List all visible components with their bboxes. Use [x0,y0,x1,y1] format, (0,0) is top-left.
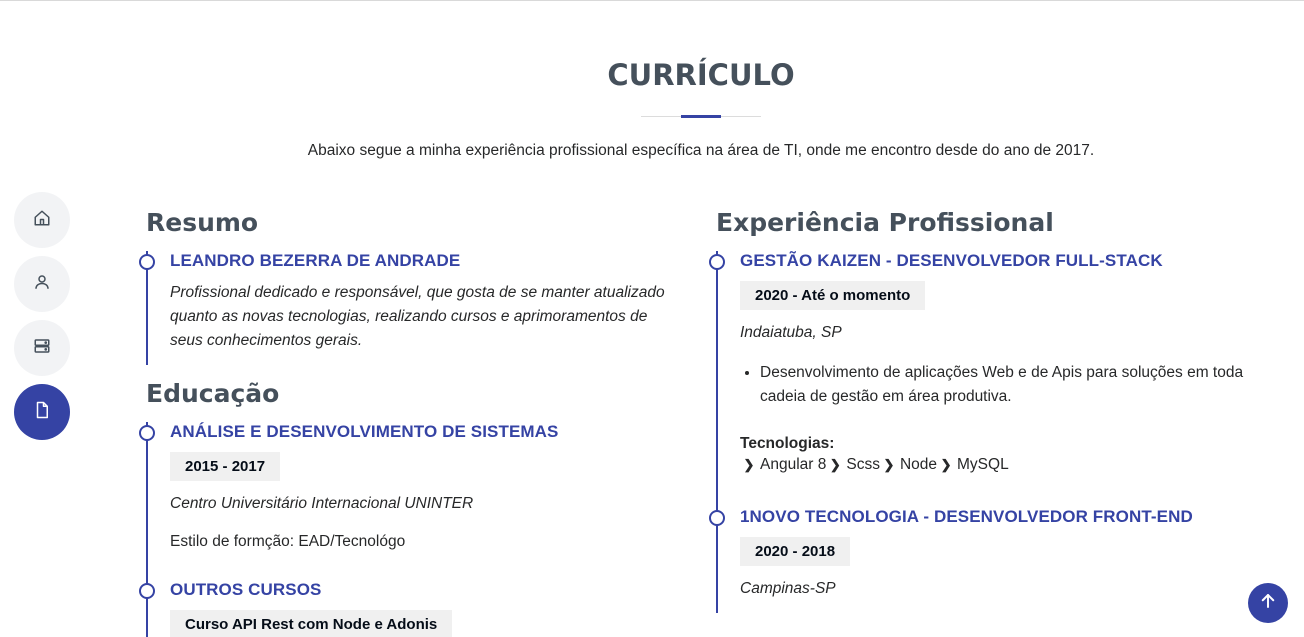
educacao-item: ANÁLISE E DESENVOLVIMENTO DE SISTEMAS 20… [139,422,681,580]
educacao-details: Estilo de formção: EAD/Tecnológo [170,533,406,550]
experiencia-location: Campinas-SP [740,580,836,597]
educacao-item: OUTROS CURSOS Curso API Rest com Node e … [139,580,681,637]
nav-home-button[interactable] [14,192,70,248]
chevron-right-icon: ❯ [743,457,755,472]
experiencia-bullets: Desenvolvimento de aplicações Web e de A… [740,361,1251,409]
file-icon [33,401,51,423]
server-icon [33,337,51,359]
experiencia-item: 1NOVO TECNOLOGIA - DESENVOLVEDOR FRONT-E… [709,507,1251,613]
educacao-item-title: ANÁLISE E DESENVOLVIMENTO DE SISTEMAS [170,422,559,441]
list-item: Desenvolvimento de aplicações Web e de A… [760,361,1251,409]
nav-services-button[interactable] [14,320,70,376]
resumo-title: Resumo [146,208,259,237]
experiencia-item-title: GESTÃO KAIZEN - DESENVOLVEDOR FULL-STACK [740,251,1163,270]
home-icon [33,209,51,231]
tech-list: ❯ Angular 8 ❯ Scss ❯ Node ❯ MySQL [740,453,1251,477]
experiencia-title: Experiência Profissional [716,208,1054,237]
educacao-period: Curso API Rest com Node e Adonis [170,610,453,637]
educacao-period: 2015 - 2017 [170,452,281,481]
experiencia-period: 2020 - Até o momento [740,281,926,310]
left-column: Resumo LEANDRO BEZERRA DE ANDRADE Profis… [139,208,681,637]
top-divider [0,0,1304,1]
nav-resume-button[interactable] [14,384,70,440]
section-header: CURRÍCULO [0,58,1304,92]
resumo-item: LEANDRO BEZERRA DE ANDRADE Profissional … [139,251,681,365]
tech-item: Angular 8 [760,456,827,473]
experiencia-location: Indaiatuba, SP [740,324,842,341]
tech-item: Node [899,456,938,473]
nav-about-button[interactable] [14,256,70,312]
experiencia-item: GESTÃO KAIZEN - DESENVOLVEDOR FULL-STACK… [709,251,1251,507]
user-icon [33,273,51,295]
title-accent [681,115,721,118]
section-title: CURRÍCULO [607,58,795,92]
right-column: Experiência Profissional GESTÃO KAIZEN -… [709,208,1251,613]
educacao-title: Educação [146,379,280,408]
chevron-right-icon: ❯ [883,457,895,472]
experiencia-period: 2020 - 2018 [740,537,851,566]
tech-item: MySQL [957,456,1009,473]
experiencia-item-title: 1NOVO TECNOLOGIA - DESENVOLVEDOR FRONT-E… [740,507,1193,526]
tech-item: Scss [846,456,880,473]
educacao-institution: Centro Universitário Internacional UNINT… [170,495,474,512]
section-intro: Abaixo segue a minha experiência profiss… [307,142,1095,159]
resumo-name: LEANDRO BEZERRA DE ANDRADE [170,251,461,270]
educacao-item-title: OUTROS CURSOS [170,580,322,599]
tech-label: Tecnologias: [740,435,835,452]
chevron-right-icon: ❯ [940,457,952,472]
arrow-up-icon [1259,592,1277,614]
back-to-top-button[interactable] [1248,583,1288,623]
resumo-description: Profissional dedicado e responsável, que… [170,284,665,349]
side-nav [14,192,70,448]
chevron-right-icon: ❯ [829,457,841,472]
